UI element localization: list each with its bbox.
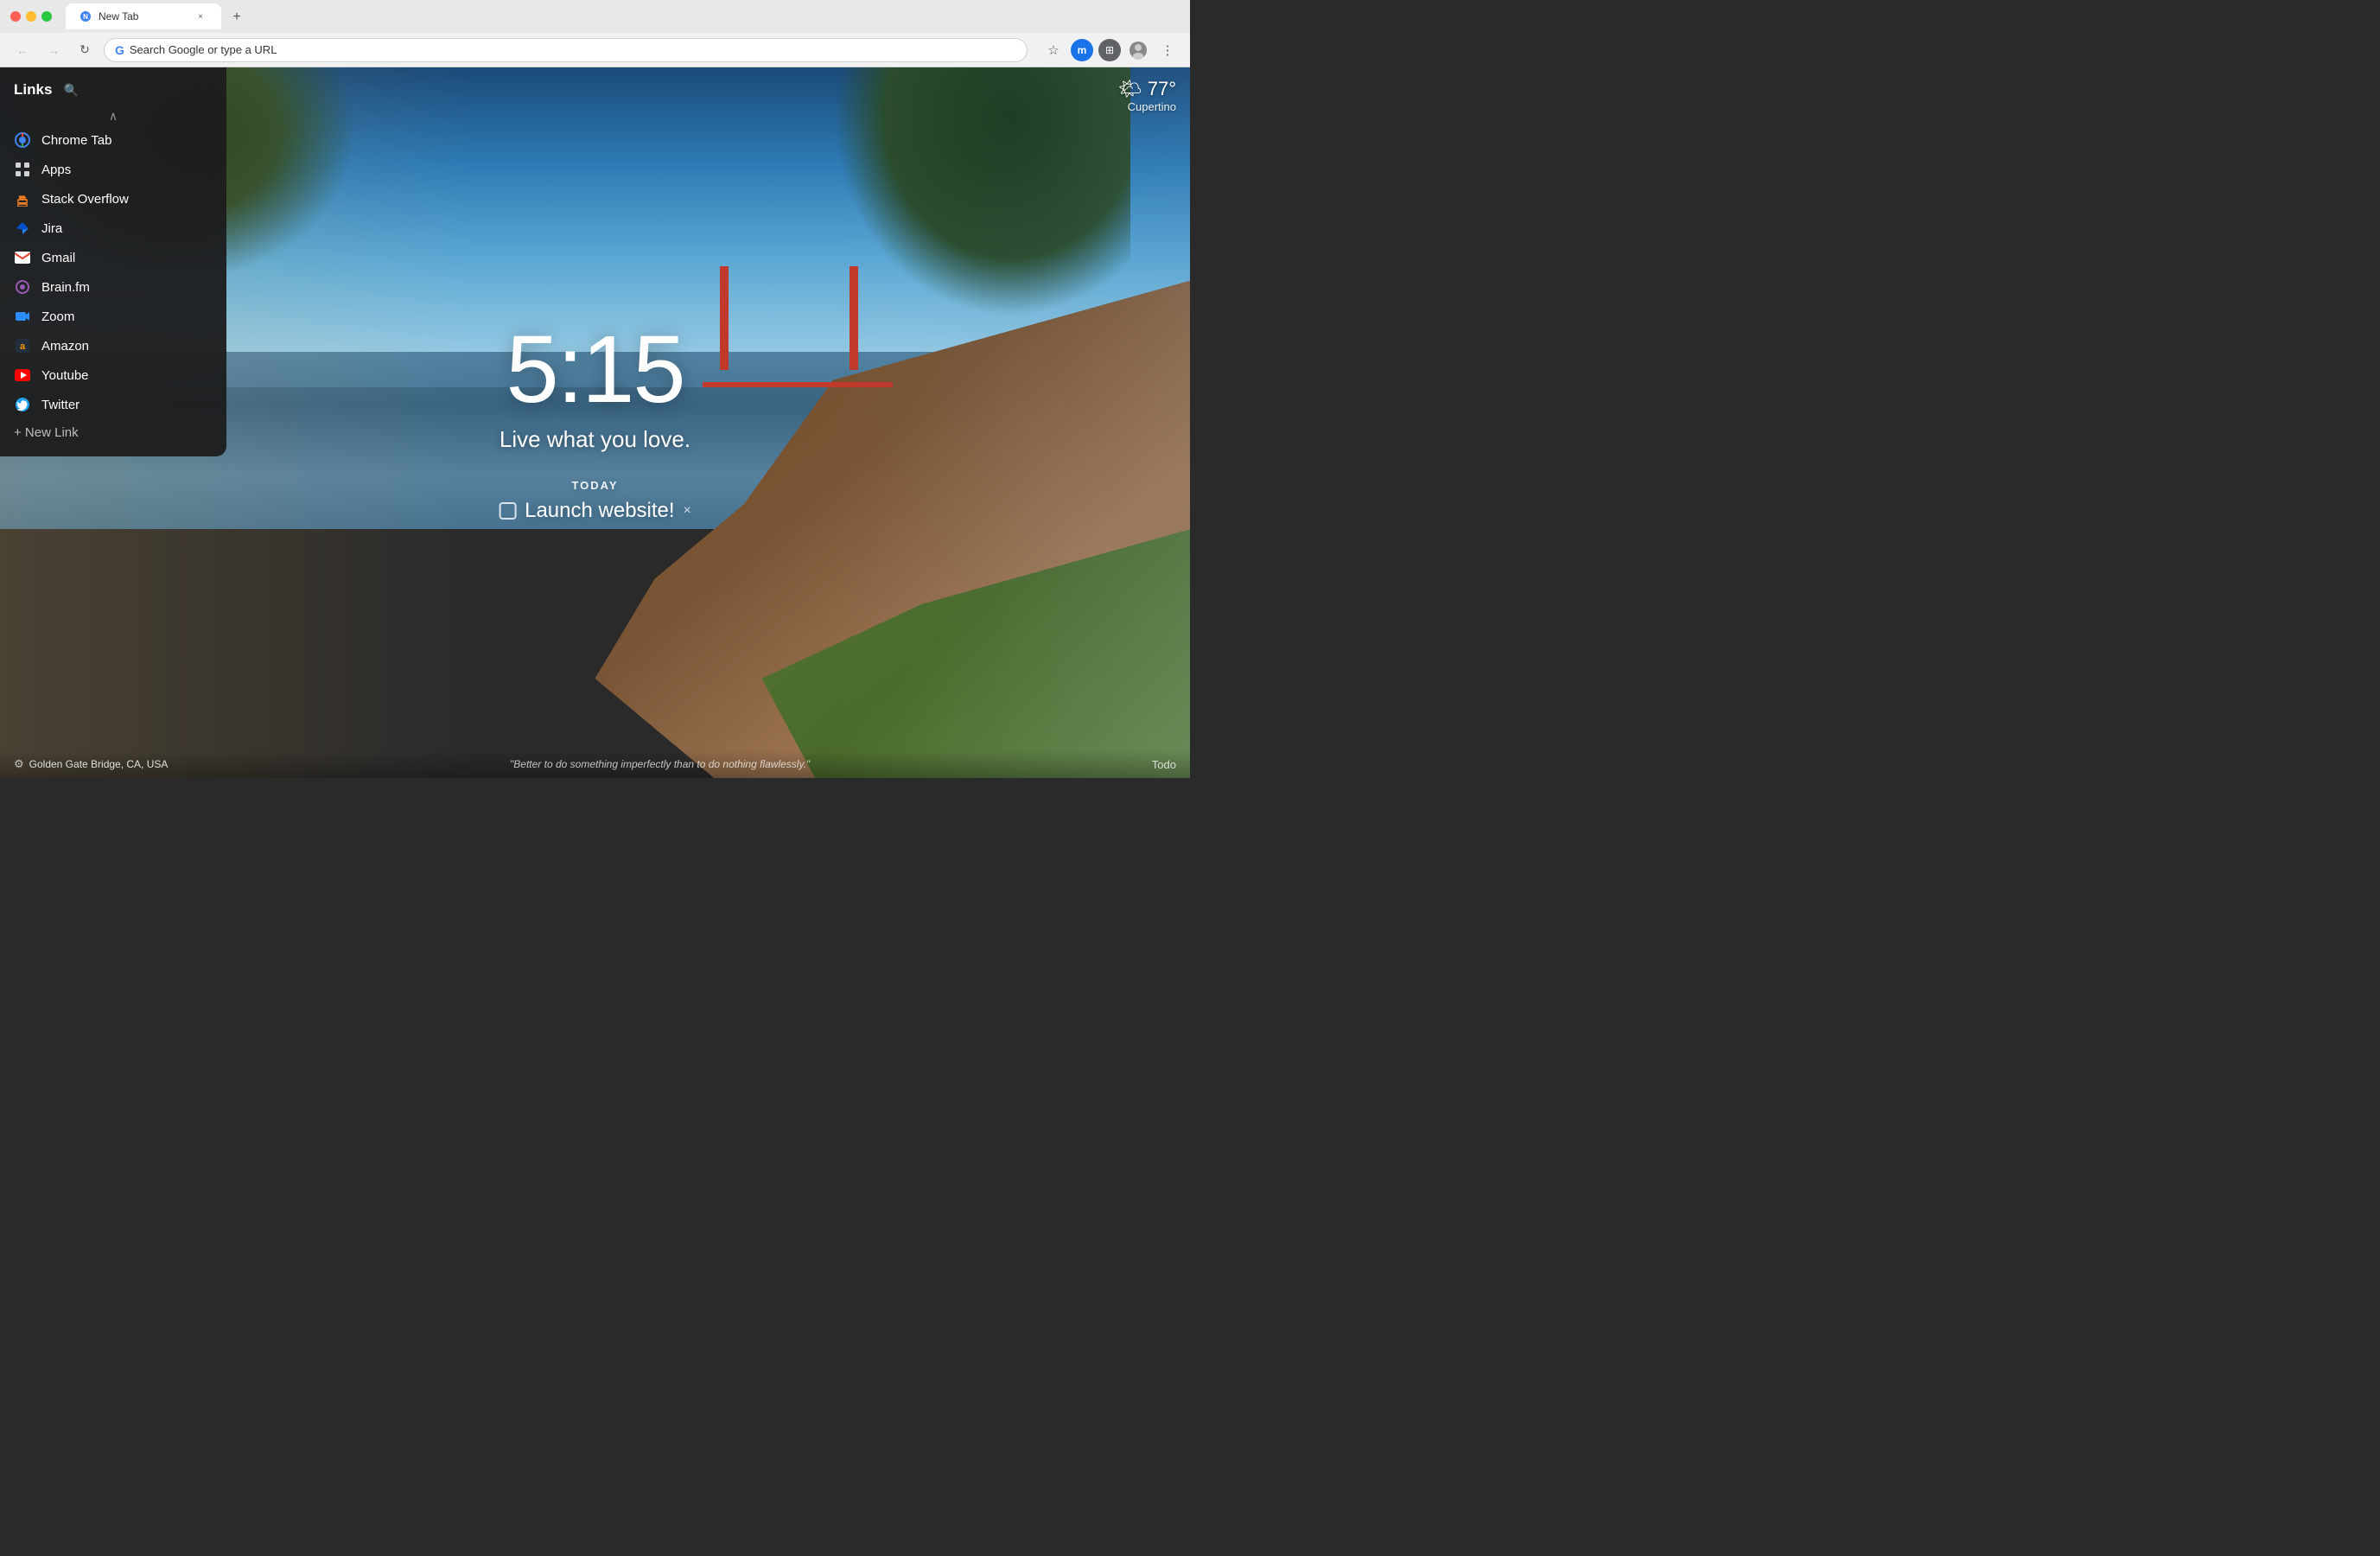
brainfm-label: Brain.fm (41, 280, 90, 295)
stackoverflow-label: Stack Overflow (41, 192, 129, 207)
zoom-label: Zoom (41, 309, 74, 324)
location-info: ⚙ Golden Gate Bridge, CA, USA (14, 757, 168, 771)
google-logo: G (115, 43, 124, 57)
svg-text:a: a (20, 341, 26, 352)
nav-bar: ← → ↻ G Search Google or type a URL ☆ m … (0, 33, 1190, 67)
browser-frame: N New Tab × + ← → ↻ G Search Google or t… (0, 0, 1190, 778)
tab-favicon: N (80, 10, 92, 22)
link-item-twitter[interactable]: Twitter (0, 390, 226, 419)
bridge-tower-left (720, 266, 729, 370)
link-item-youtube[interactable]: Youtube (0, 360, 226, 390)
twitter-label: Twitter (41, 398, 80, 412)
back-button[interactable]: ← (10, 38, 35, 62)
youtube-label: Youtube (41, 368, 89, 383)
maximize-button[interactable] (41, 11, 52, 22)
links-header: Links 🔍 (0, 67, 226, 107)
gmail-icon (14, 249, 31, 266)
add-link-button[interactable]: + New Link (0, 419, 226, 446)
link-item-jira[interactable]: Jira (0, 214, 226, 243)
todo-item: Launch website! × (499, 499, 691, 523)
forward-button[interactable]: → (41, 38, 66, 62)
weather-location: Cupertino (1118, 100, 1176, 113)
apps-icon (14, 161, 31, 178)
tab-title: New Tab (99, 10, 138, 22)
tab-close-button[interactable]: × (194, 10, 207, 23)
svg-text:N: N (83, 13, 88, 21)
link-item-amazon[interactable]: a Amazon (0, 331, 226, 360)
extensions-button[interactable]: ⊞ (1098, 39, 1121, 61)
links-chevron[interactable]: ∧ (0, 107, 226, 125)
address-bar[interactable]: G Search Google or type a URL (104, 38, 1028, 62)
close-button[interactable] (10, 11, 21, 22)
bottom-bar: ⚙ Golden Gate Bridge, CA, USA "Better to… (0, 750, 1190, 778)
traffic-lights (10, 11, 52, 22)
location-text: Golden Gate Bridge, CA, USA (29, 758, 169, 770)
motto-text: Live what you love. (499, 426, 691, 453)
weather-widget: 🌤 77° Cupertino (1118, 78, 1176, 113)
tab-area: N New Tab × + (66, 3, 1180, 29)
links-title: Links (14, 81, 52, 99)
weather-temperature: 77° (1148, 78, 1176, 100)
bridge (703, 266, 893, 439)
jira-icon (14, 220, 31, 237)
nav-right: ☆ m ⊞ ⋮ (1041, 38, 1180, 62)
link-item-apps[interactable]: Apps (0, 155, 226, 184)
weather-icon: 🌤 (1118, 78, 1142, 100)
bookmark-button[interactable]: ☆ (1041, 38, 1066, 62)
active-tab[interactable]: N New Tab × (66, 3, 221, 29)
link-item-stackoverflow[interactable]: Stack Overflow (0, 184, 226, 214)
bridge-deck (703, 382, 893, 387)
address-text: Search Google or type a URL (130, 43, 277, 56)
center-content: 5:15 Live what you love. TODAY Launch we… (499, 322, 691, 523)
twitter-icon (14, 396, 31, 413)
todo-checkbox[interactable] (499, 502, 516, 520)
settings-icon[interactable]: ⚙ (14, 757, 24, 771)
reload-button[interactable]: ↻ (73, 38, 97, 62)
links-panel: Links 🔍 ∧ Chrome Tab (0, 67, 226, 456)
links-search-button[interactable]: 🔍 (60, 80, 81, 100)
todo-footer-label[interactable]: Todo (1152, 758, 1176, 771)
amazon-icon: a (14, 337, 31, 354)
add-link-label: + New Link (14, 425, 79, 440)
avatar-button[interactable] (1126, 38, 1150, 62)
profile-button[interactable]: m (1071, 39, 1093, 61)
link-item-zoom[interactable]: Zoom (0, 302, 226, 331)
brainfm-icon (14, 278, 31, 296)
page-content: 🌤 77° Cupertino 5:15 Live what you love.… (0, 67, 1190, 778)
youtube-icon (14, 367, 31, 384)
link-item-chrome-tab[interactable]: Chrome Tab (0, 125, 226, 155)
today-section: TODAY Launch website! × (499, 479, 691, 523)
bridge-tower-right (850, 266, 858, 370)
apps-label: Apps (41, 163, 71, 177)
jira-label: Jira (41, 221, 62, 236)
todo-close-button[interactable]: × (684, 503, 691, 519)
link-item-gmail[interactable]: Gmail (0, 243, 226, 272)
minimize-button[interactable] (26, 11, 36, 22)
more-button[interactable]: ⋮ (1155, 38, 1180, 62)
amazon-label: Amazon (41, 339, 89, 354)
gmail-label: Gmail (41, 251, 75, 265)
today-label: TODAY (499, 479, 691, 492)
link-item-brainfm[interactable]: Brain.fm (0, 272, 226, 302)
zoom-icon (14, 308, 31, 325)
title-bar: N New Tab × + (0, 0, 1190, 33)
stackoverflow-icon (14, 190, 31, 207)
time-display: 5:15 (499, 322, 691, 418)
new-tab-button[interactable]: + (225, 5, 249, 29)
quote-text: "Better to do something imperfectly than… (510, 758, 810, 770)
chrome-tab-label: Chrome Tab (41, 133, 111, 148)
chrome-tab-icon (14, 131, 31, 149)
todo-text: Launch website! (525, 499, 674, 523)
